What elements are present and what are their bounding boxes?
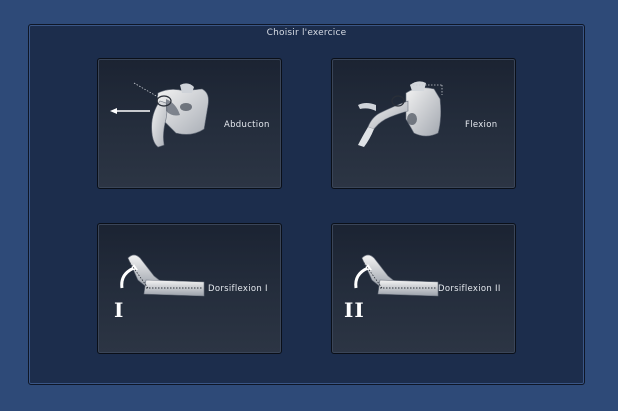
exercise-label-abduction: Abduction <box>224 120 270 130</box>
exercise-label-dorsiflexion-2: Dorsiflexion II <box>438 284 501 294</box>
panel-title: Choisir l'exercice <box>266 28 347 38</box>
exercise-numeral-1: I <box>114 298 125 322</box>
exercise-card-flexion[interactable]: Flexion <box>331 58 516 189</box>
exercise-panel: Choisir l'exercice Abduction Flexion I D… <box>28 24 585 385</box>
exercise-label-dorsiflexion-1: Dorsiflexion I <box>208 284 268 294</box>
exercise-card-dorsiflexion-1[interactable]: I Dorsiflexion I <box>97 223 282 354</box>
exercise-label-flexion: Flexion <box>465 120 498 130</box>
shoulder-flexion-icon <box>358 81 443 147</box>
exercise-card-dorsiflexion-2[interactable]: II Dorsiflexion II <box>331 223 516 354</box>
exercise-card-abduction[interactable]: Abduction <box>97 58 282 189</box>
exercise-numeral-2: II <box>344 298 365 322</box>
shoulder-abduction-icon <box>110 82 209 148</box>
